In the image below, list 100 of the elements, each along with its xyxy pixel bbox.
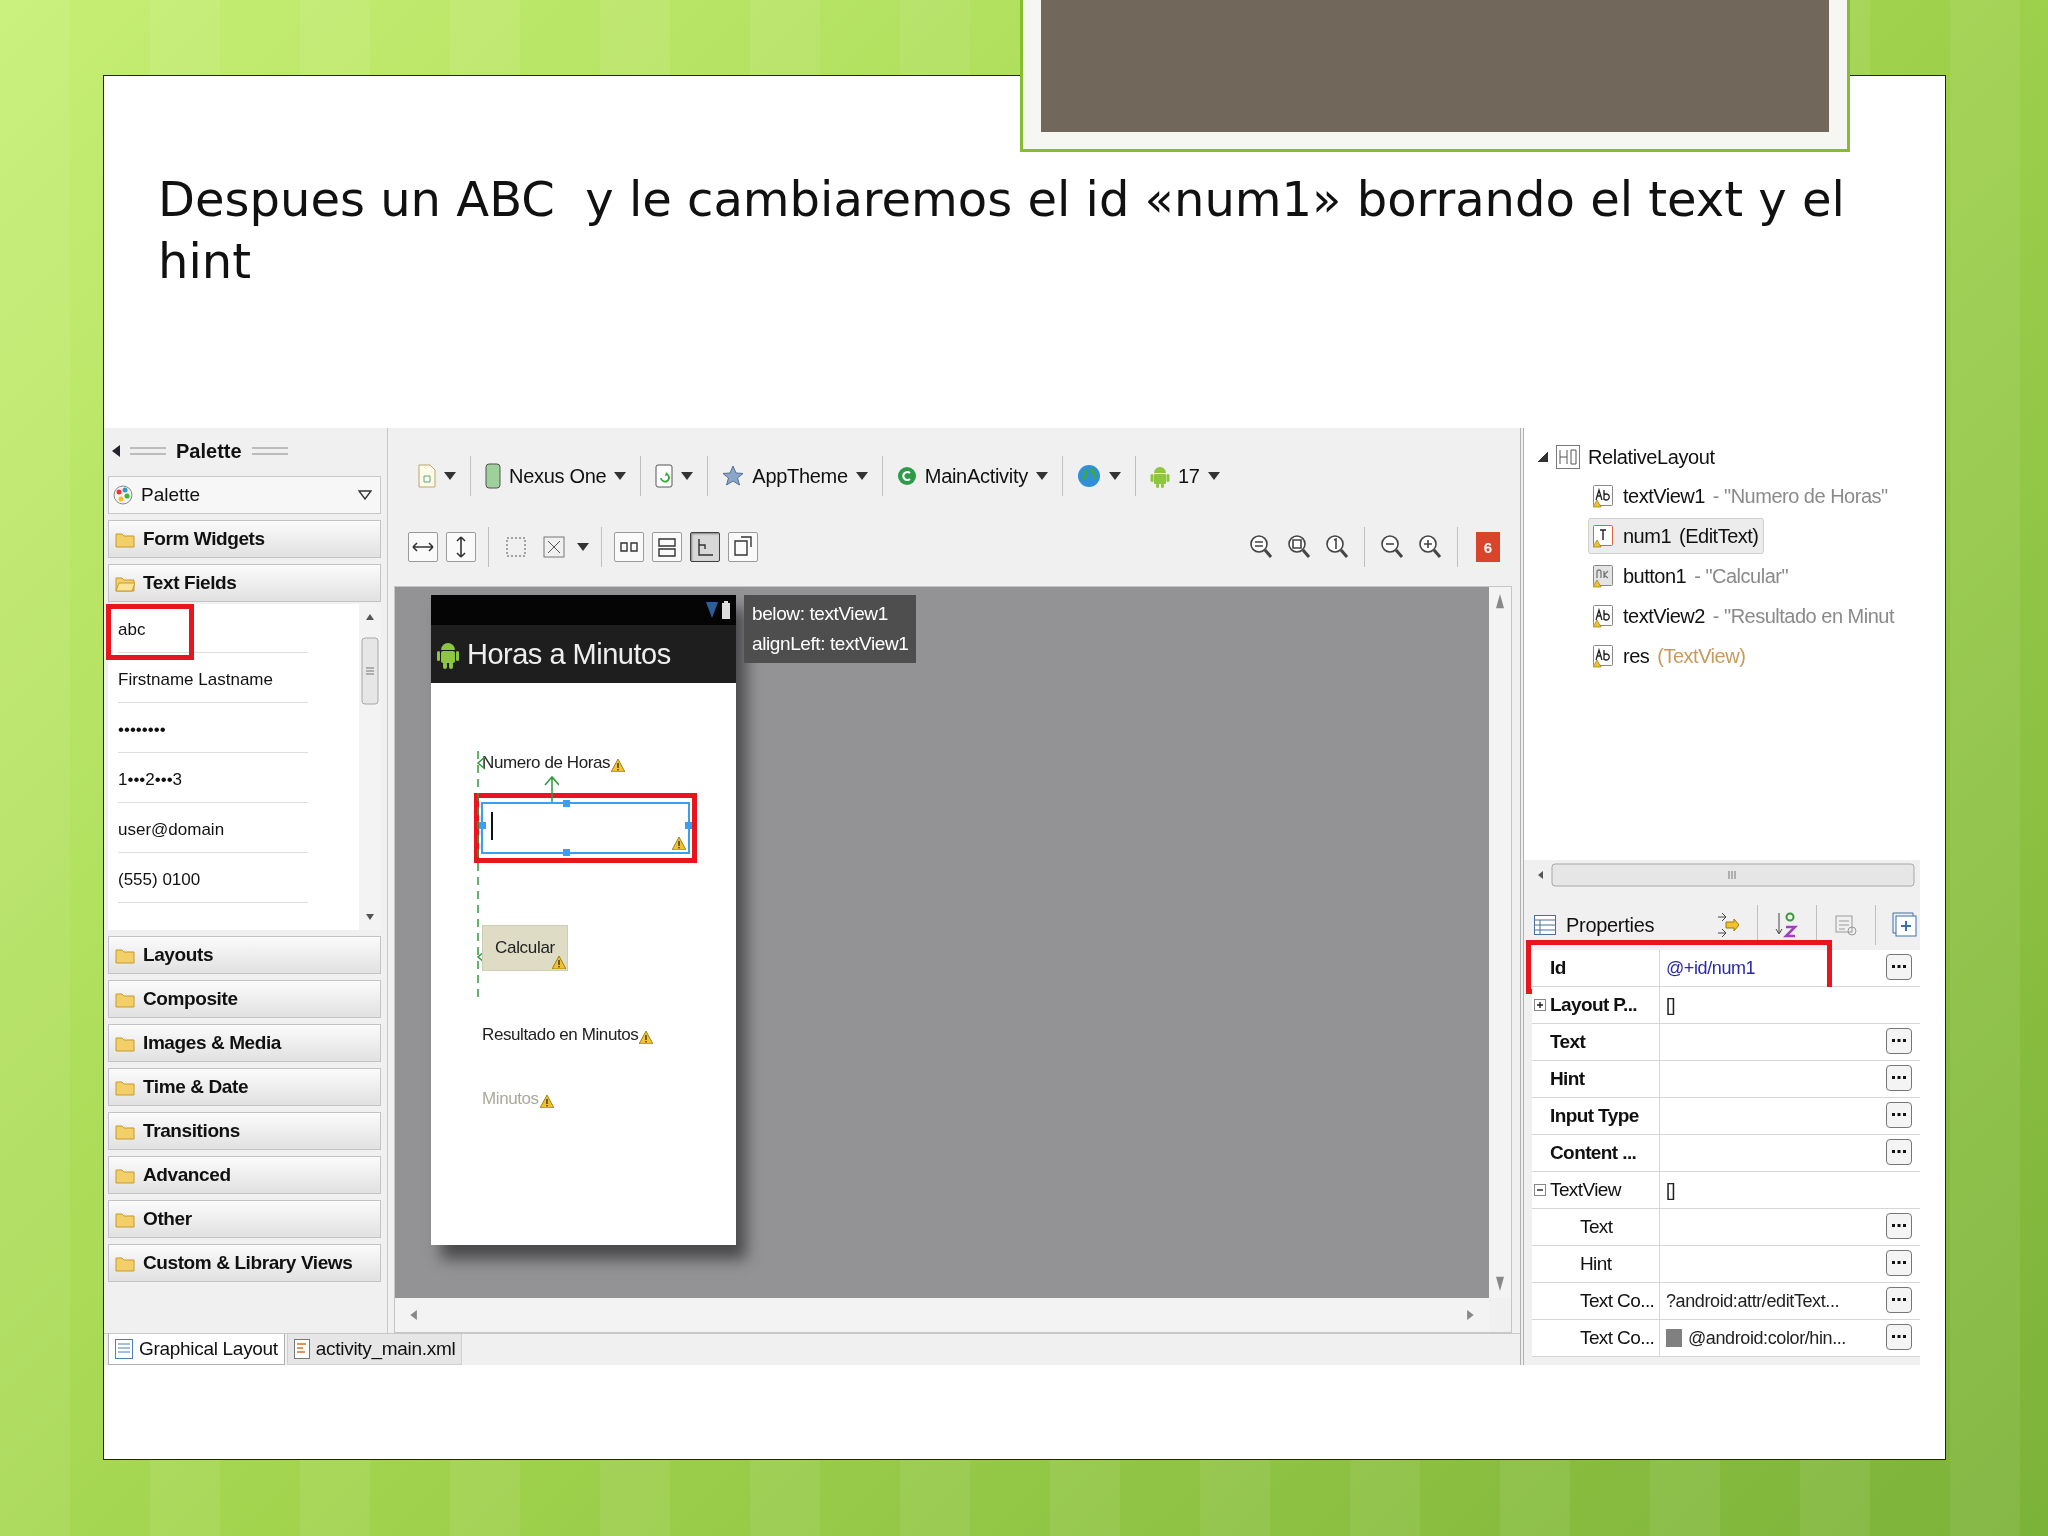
text-field-icon (1593, 524, 1615, 548)
ellipsis-icon (1892, 965, 1906, 969)
palette-item[interactable]: •••••••• (118, 708, 308, 753)
palette-item[interactable]: abc (118, 608, 308, 653)
property-name: Id (1532, 950, 1660, 986)
tree-item[interactable]: textView1 - "Numero de Horas" (1588, 478, 1893, 514)
fit-width-button[interactable] (408, 532, 438, 562)
layout-mode-button[interactable] (614, 532, 644, 562)
warning-icon (611, 758, 626, 772)
property-value: ?android:attr/editText... (1666, 1290, 1840, 1312)
text-label-icon (1593, 484, 1615, 508)
layout-mode-button[interactable] (690, 532, 720, 562)
more-button[interactable] (1886, 1028, 1912, 1054)
dropdown-caret-icon (358, 490, 372, 500)
api-level-dropdown[interactable]: 17 (1139, 456, 1230, 496)
palette-item[interactable]: (555) 0100 (118, 858, 308, 903)
more-button[interactable] (1886, 1213, 1912, 1239)
property-name: TextView (1532, 1172, 1660, 1208)
android-icon (1149, 464, 1170, 488)
property-value: @android:color/hin... (1688, 1327, 1846, 1349)
palette-category[interactable]: Custom & Library Views (108, 1244, 381, 1282)
text-label: Resultado en Minutos (482, 1025, 639, 1045)
caret-icon (444, 472, 456, 480)
palette-category[interactable]: Images & Media (108, 1024, 381, 1062)
app-title: Horas a Minutos (467, 637, 671, 671)
ellipsis-icon (1892, 1335, 1906, 1339)
collapse-icon[interactable] (1534, 1184, 1546, 1196)
fit-height-button[interactable] (446, 532, 476, 562)
folder-icon (115, 1254, 135, 1272)
text-label: Numero de Horas (482, 753, 611, 773)
expand-icon[interactable] (1534, 999, 1546, 1011)
text-label-icon (1593, 604, 1615, 628)
activity-dropdown[interactable]: MainActivity (886, 456, 1058, 496)
palette-category[interactable]: Time & Date (108, 1068, 381, 1106)
ellipsis-icon (1892, 1113, 1906, 1117)
text-field[interactable] (481, 802, 690, 854)
layout-mode-button[interactable] (728, 532, 758, 562)
collapse-arrow-icon[interactable] (112, 445, 120, 457)
palette-category[interactable]: Layouts (108, 936, 381, 974)
palette-item[interactable]: user@domain (118, 808, 308, 853)
caret-icon (1207, 472, 1220, 480)
layout-mode-button[interactable] (652, 532, 682, 562)
property-name: Text (1532, 1209, 1660, 1245)
palette-category[interactable]: Form Widgets (108, 520, 381, 558)
properties-icon (1534, 915, 1556, 935)
slide-text: Despues un ABC y le cambiaremos el id «num1» borrando el text y el hint (158, 170, 1846, 291)
tree-item[interactable]: textView2 - "Resultado en Minut (1588, 598, 1899, 634)
expanded-arrow-icon[interactable] (1538, 452, 1548, 462)
calculate-button[interactable]: Calcular (482, 925, 568, 971)
zoom-all-icon (1287, 534, 1311, 560)
property-name: Input Type (1532, 1098, 1660, 1134)
device-dropdown[interactable]: Nexus One (475, 456, 637, 496)
editor-tab[interactable]: Graphical Layout (108, 1334, 285, 1365)
ellipsis-icon (1892, 1076, 1906, 1080)
palette-category[interactable]: Text Fields (108, 564, 381, 602)
layout-icon (115, 1339, 133, 1359)
grip-icon (251, 446, 288, 456)
palette-item[interactable]: 1•••2•••3 (118, 758, 308, 803)
property-name: Content ... (1532, 1135, 1660, 1171)
ellipsis-icon (1892, 1224, 1906, 1228)
folder-icon (115, 1078, 135, 1096)
palette-category[interactable]: Advanced (108, 1156, 381, 1194)
more-button[interactable] (1886, 1324, 1912, 1350)
property-name: Layout P... (1532, 987, 1660, 1023)
resize-handle[interactable] (479, 822, 486, 829)
editor-tab[interactable]: activity_main.xml (286, 1334, 463, 1365)
arrow-icon (1716, 912, 1740, 938)
caret-icon (614, 472, 627, 480)
tree-item[interactable]: num1 (EditText) (1588, 518, 1764, 554)
xml-file-icon (293, 1339, 310, 1359)
star-icon (722, 465, 745, 487)
palette-category[interactable]: Composite (108, 980, 381, 1018)
palette-dropdown[interactable]: Palette (108, 476, 381, 514)
warning-icon (672, 837, 686, 850)
more-button[interactable] (1886, 954, 1912, 980)
more-button[interactable] (1886, 1065, 1912, 1091)
palette-item[interactable]: Firstname Lastname (118, 658, 308, 703)
tree-root-label[interactable]: RelativeLayout (1588, 445, 1715, 469)
palette-category[interactable]: Other (108, 1200, 381, 1238)
theme-dropdown[interactable]: AppTheme (712, 456, 878, 496)
tree-item[interactable]: button1 - "Calcular" (1588, 558, 1793, 594)
palette-category[interactable]: Transitions (108, 1112, 381, 1150)
caret-icon (1108, 472, 1121, 480)
filter-icon (1834, 913, 1858, 937)
more-button[interactable] (1886, 1250, 1912, 1276)
ellipsis-icon (1892, 1261, 1906, 1265)
tree-item[interactable]: res (TextView) (1588, 638, 1751, 674)
more-button[interactable] (1886, 1287, 1912, 1313)
resize-handle[interactable] (563, 800, 570, 807)
rotate-icon (655, 464, 674, 488)
more-button[interactable] (1886, 1102, 1912, 1128)
folder-icon (115, 530, 135, 548)
error-count-badge[interactable]: 6 (1476, 532, 1500, 562)
resize-handle[interactable] (685, 822, 692, 829)
caret-icon (681, 472, 694, 480)
more-button[interactable] (1886, 1139, 1912, 1165)
zoom-fit-icon (1249, 534, 1273, 560)
ellipsis-icon (1892, 1039, 1906, 1043)
zoom-in-icon (1418, 534, 1442, 560)
resize-handle[interactable] (563, 849, 570, 856)
